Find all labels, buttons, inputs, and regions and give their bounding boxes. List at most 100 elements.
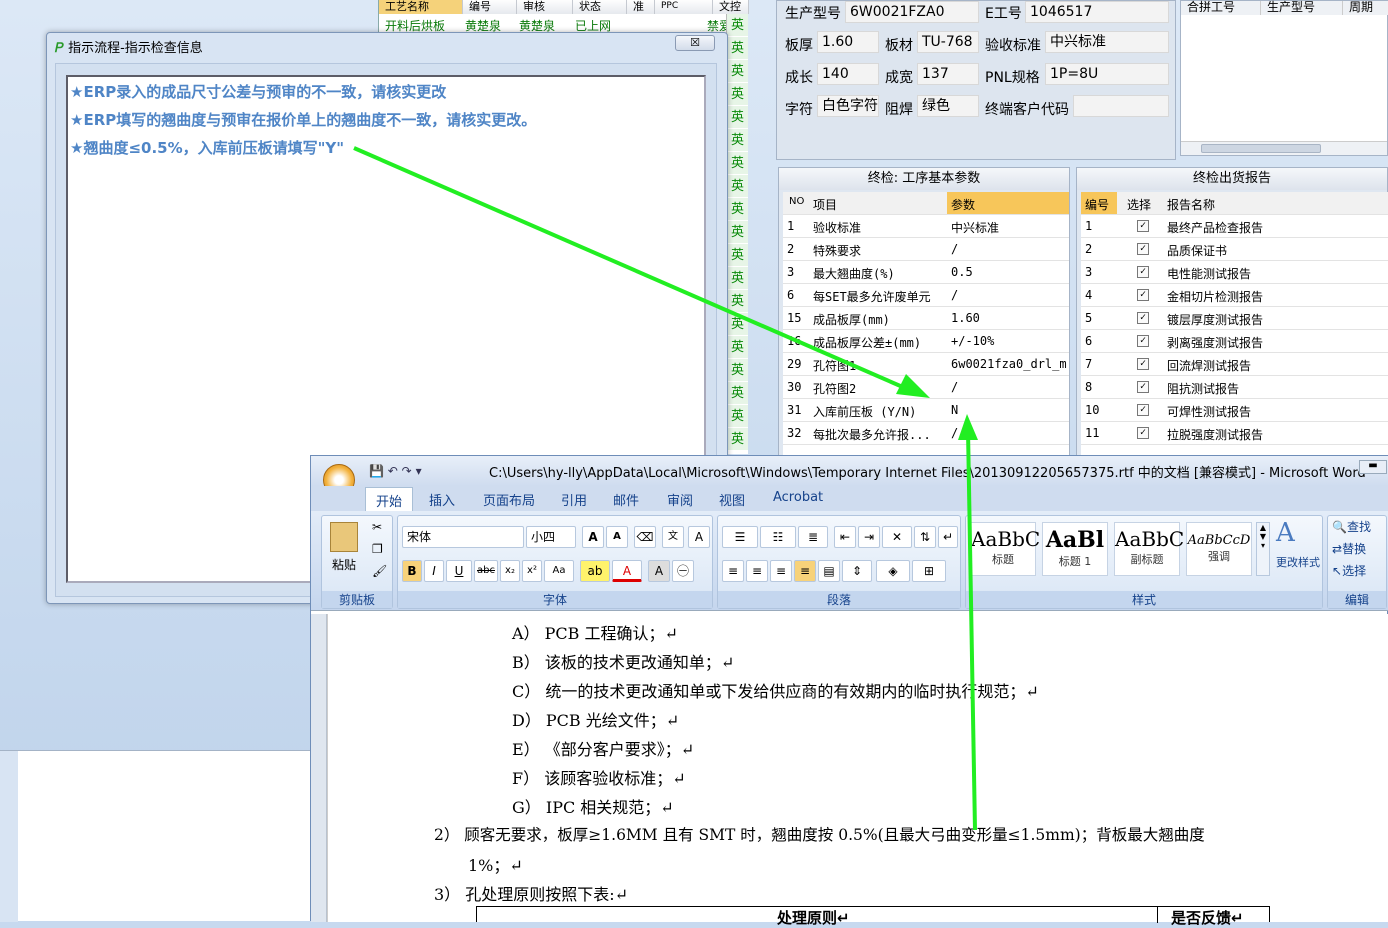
minimize-button[interactable]: ▬ — [1359, 460, 1387, 474]
save-icon[interactable]: 💾 — [369, 464, 384, 478]
redo-icon[interactable]: ↷ — [402, 464, 412, 478]
phonetic-icon[interactable]: 文 — [662, 526, 684, 548]
horizontal-scrollbar[interactable] — [1181, 141, 1387, 155]
decrease-indent-icon[interactable]: ⇤ — [834, 526, 856, 548]
justify-icon[interactable]: ≡ — [794, 560, 816, 582]
field-thickness[interactable]: 1.60 — [817, 31, 879, 53]
select-checkbox[interactable]: ✓ — [1137, 427, 1149, 439]
change-styles-button[interactable]: 更改样式 — [1276, 554, 1320, 570]
style-emphasis[interactable]: AaBbCcD 强调 — [1186, 522, 1252, 576]
col-id[interactable]: 编号 — [1081, 192, 1117, 214]
document-page[interactable]: A） PCB 工程确认；↵ B） 该板的技术更改通知单；↵ C） 统一的技术更改… — [327, 614, 1388, 927]
table-row[interactable]: 开料后烘板 黄楚泉 黄楚泉 已上网 禁爱 — [379, 16, 749, 33]
table-row[interactable]: 5 ✓ 镀层厚度测试报告 — [1081, 307, 1388, 330]
col-ppc[interactable]: PPC — [655, 0, 713, 14]
col-zhun[interactable]: 准 — [627, 0, 655, 14]
chinese-layout-icon[interactable]: ✕ — [882, 526, 912, 548]
superscript-icon[interactable]: x² — [522, 560, 542, 582]
field-pnl[interactable]: 1P=8U — [1045, 63, 1169, 85]
tab-references[interactable]: 引用 — [561, 490, 587, 509]
col-status[interactable]: 状态 — [573, 0, 627, 14]
numbering-icon[interactable]: ☷ — [760, 526, 796, 548]
table-row[interactable]: 32 每批次最多允许报... / — [783, 422, 1069, 445]
subscript-icon[interactable]: x₂ — [500, 560, 520, 582]
cut-icon[interactable]: ✂ — [372, 520, 382, 534]
font-name-select[interactable]: 宋体 — [402, 526, 524, 548]
select-checkbox[interactable]: ✓ — [1137, 404, 1149, 416]
select-checkbox[interactable]: ✓ — [1137, 381, 1149, 393]
tab-insert[interactable]: 插入 — [429, 490, 455, 509]
col-period[interactable]: 周期 — [1343, 1, 1388, 15]
select-checkbox[interactable]: ✓ — [1137, 335, 1149, 347]
sort-icon[interactable]: ⇅ — [914, 526, 936, 548]
styles-scroll[interactable]: ▲ ▼ ▾ — [1256, 522, 1270, 576]
table-row[interactable]: 29 孔符图1 6w0021fza0_drl_ma — [783, 353, 1069, 376]
show-marks-icon[interactable]: ↵ — [938, 526, 958, 548]
field-material[interactable]: TU-768 — [917, 31, 979, 53]
select-checkbox[interactable]: ✓ — [1137, 289, 1149, 301]
table-row[interactable]: 2 特殊要求 / — [783, 238, 1069, 261]
table-row[interactable]: 7 ✓ 回流焊测试报告 — [1081, 353, 1388, 376]
tab-mailings[interactable]: 邮件 — [613, 490, 639, 509]
paste-icon[interactable] — [330, 522, 358, 552]
table-row[interactable]: 30 孔符图2 / — [783, 376, 1069, 399]
bullets-icon[interactable]: ☰ — [722, 526, 758, 548]
find-button[interactable]: 🔍查找 — [1332, 518, 1371, 535]
table-row[interactable]: 6 每SET最多允许废单元 / — [783, 284, 1069, 307]
table-row[interactable]: 2 ✓ 品质保证书 — [1081, 238, 1388, 261]
table-row[interactable]: 31 入库前压板 (Y/N) N — [783, 399, 1069, 422]
underline-icon[interactable]: U — [446, 560, 472, 582]
table-row[interactable]: 3 ✓ 电性能测试报告 — [1081, 261, 1388, 284]
field-model[interactable]: 6W0021FZA0 — [845, 1, 979, 23]
close-button[interactable]: ☒ — [675, 35, 715, 51]
field-eno[interactable]: 1046517 — [1025, 1, 1169, 23]
shading-icon[interactable]: ◈ — [876, 560, 910, 582]
bold-icon[interactable]: B — [402, 560, 422, 582]
align-center-icon[interactable]: ≡ — [746, 560, 768, 582]
style-heading1[interactable]: AaBl 标题 1 — [1042, 522, 1108, 576]
field-customer-code[interactable] — [1073, 95, 1169, 117]
italic-icon[interactable]: I — [424, 560, 444, 582]
col-merge-no[interactable]: 合拼工号 — [1181, 1, 1261, 15]
shrink-font-icon[interactable]: A — [606, 526, 628, 548]
col-process-name[interactable]: 工艺名称 — [379, 0, 463, 14]
col-number[interactable]: 编号 — [463, 0, 517, 14]
borders-icon[interactable]: ⊞ — [912, 560, 946, 582]
multilevel-list-icon[interactable]: ≣ — [798, 526, 828, 548]
tab-review[interactable]: 审阅 — [667, 490, 693, 509]
select-checkbox[interactable]: ✓ — [1137, 243, 1149, 255]
tab-view[interactable]: 视图 — [719, 490, 745, 509]
table-row[interactable]: 11 ✓ 拉脱强度测试报告 — [1081, 422, 1388, 445]
char-shading-icon[interactable]: A — [648, 560, 670, 582]
replace-button[interactable]: ⇄替换 — [1332, 540, 1366, 557]
paste-button[interactable]: 粘贴 — [332, 556, 356, 573]
table-row[interactable]: 1 ✓ 最终产品检查报告 — [1081, 215, 1388, 238]
quick-access-toolbar[interactable]: 💾 ↶ ↷ ▾ — [369, 464, 422, 478]
col-select[interactable]: 选择 — [1127, 196, 1151, 213]
tab-acrobat[interactable]: Acrobat — [773, 490, 823, 505]
field-char[interactable]: 白色字符 — [817, 95, 879, 117]
col-doc[interactable]: 文控 — [713, 0, 749, 14]
font-color-icon[interactable]: A — [612, 560, 642, 582]
table-row[interactable]: 6 ✓ 剥离强度测试报告 — [1081, 330, 1388, 353]
col-review[interactable]: 审核 — [517, 0, 573, 14]
table-row[interactable]: 4 ✓ 金相切片检测报告 — [1081, 284, 1388, 307]
format-painter-icon[interactable]: 🖌 — [372, 564, 387, 578]
col-report-name[interactable]: 报告名称 — [1167, 196, 1215, 213]
tab-home[interactable]: 开始 — [365, 487, 414, 511]
change-case-icon[interactable]: Aa — [544, 560, 574, 582]
field-standard[interactable]: 中兴标准 — [1045, 31, 1169, 53]
font-size-select[interactable]: 小四 — [526, 526, 576, 548]
col-param[interactable]: 参数 — [947, 192, 1069, 214]
highlight-icon[interactable]: ab — [580, 560, 610, 582]
copy-icon[interactable]: ❐ — [372, 542, 383, 556]
undo-icon[interactable]: ↶ — [388, 464, 398, 478]
grow-font-icon[interactable]: A — [582, 526, 604, 548]
select-checkbox[interactable]: ✓ — [1137, 266, 1149, 278]
field-width[interactable]: 137 — [917, 63, 979, 85]
tab-layout[interactable]: 页面布局 — [483, 490, 535, 509]
customize-toolbar-icon[interactable]: ▾ — [416, 464, 422, 478]
table-row[interactable]: 15 成品板厚(mm) 1.60 — [783, 307, 1069, 330]
table-row[interactable]: 16 成品板厚公差±(mm) +/-10% — [783, 330, 1069, 353]
char-border-icon[interactable]: A — [688, 526, 710, 548]
